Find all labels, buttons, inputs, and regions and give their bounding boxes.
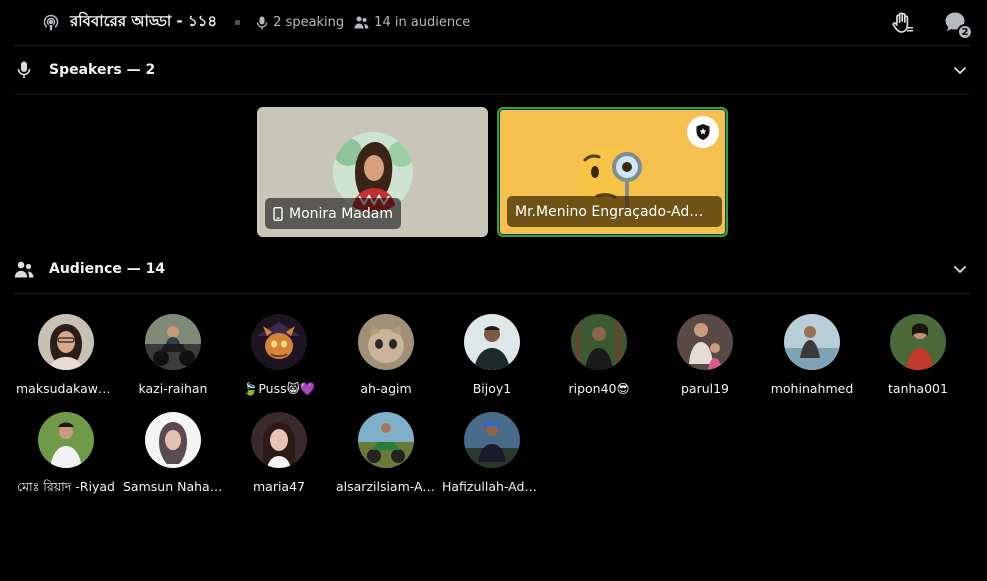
microphone-icon bbox=[14, 60, 34, 80]
audience-member[interactable]: tanha001 bbox=[864, 314, 972, 396]
audience-member-name: maksudakawsar bbox=[16, 381, 118, 396]
speaker-tile[interactable]: Monira Madam bbox=[257, 107, 488, 237]
audience-member-name: maria47 bbox=[252, 479, 305, 494]
audience-member-name: Samsun Nahar Sumi bbox=[123, 479, 227, 494]
avatar bbox=[677, 314, 733, 370]
people-icon bbox=[354, 16, 369, 29]
stage-channel-icon bbox=[42, 14, 60, 32]
mobile-phone-icon bbox=[273, 206, 283, 221]
audience-member-name: 🍃Puss😸💜 bbox=[242, 381, 316, 396]
moderator-shield-icon bbox=[687, 116, 719, 148]
audience-member[interactable]: Hafizullah-Admin bbox=[438, 412, 546, 494]
audience-member[interactable]: alsarzilsiam-Admin bbox=[332, 412, 440, 494]
avatar bbox=[571, 314, 627, 370]
audience-member-name: mohinahmed bbox=[770, 381, 854, 396]
audience-member[interactable]: maria47 bbox=[225, 412, 333, 494]
speaking-count: 2 speaking bbox=[256, 15, 344, 30]
audience-divider bbox=[14, 293, 970, 294]
audience-member-name: ripon40😎 bbox=[568, 381, 630, 396]
audience-member[interactable]: kazi-raihan bbox=[119, 314, 227, 396]
people-icon bbox=[14, 259, 34, 279]
audience-section-header[interactable]: Audience — 14 bbox=[14, 245, 970, 293]
audience-member-name: মোঃ রিয়াদ -Riyad bbox=[17, 479, 115, 494]
audience-count: 14 in audience bbox=[354, 15, 470, 30]
chevron-down-icon[interactable] bbox=[952, 261, 968, 277]
avatar bbox=[358, 314, 414, 370]
raise-hand-icon[interactable] bbox=[891, 11, 915, 35]
audience-member[interactable]: ripon40😎 bbox=[545, 314, 653, 396]
speakers-label: Speakers — 2 bbox=[49, 62, 156, 78]
speakers-section-header[interactable]: Speakers — 2 bbox=[14, 46, 970, 94]
audience-member[interactable]: parul19 bbox=[651, 314, 759, 396]
audience-label: Audience — 14 bbox=[49, 261, 166, 277]
speaker-name-pill: Mr.Menino Engraçado-Admin bbox=[507, 196, 722, 227]
avatar bbox=[145, 314, 201, 370]
stage-meta: 2 speaking 14 in audience bbox=[256, 15, 480, 30]
audience-member[interactable]: মোঃ রিয়াদ -Riyad bbox=[12, 412, 120, 499]
avatar bbox=[464, 412, 520, 468]
chevron-down-icon[interactable] bbox=[952, 62, 968, 78]
audience-member-name: Hafizullah-Admin bbox=[442, 479, 546, 494]
audience-member-name: kazi-raihan bbox=[138, 381, 208, 396]
avatar bbox=[251, 314, 307, 370]
speaker-name: Monira Madam bbox=[289, 205, 393, 222]
speakers-divider bbox=[14, 94, 970, 95]
audience-member-name: ah-agim bbox=[360, 381, 412, 396]
speaker-name-pill: Monira Madam bbox=[265, 198, 401, 229]
chat-bubble-icon[interactable]: 2 bbox=[943, 10, 973, 40]
audience-member[interactable]: Bijoy1 bbox=[438, 314, 546, 396]
audience-member[interactable]: 🍃Puss😸💜 bbox=[225, 314, 333, 397]
stage-header: রবিবারের আড্ডা - ১১৪ 2 speaking 14 in au… bbox=[0, 0, 987, 45]
chat-count-badge: 2 bbox=[957, 24, 973, 40]
avatar bbox=[358, 412, 414, 468]
avatar bbox=[251, 412, 307, 468]
stage-title: রবিবারের আড্ডা - ১১৪ bbox=[70, 12, 218, 30]
microphone-icon bbox=[256, 16, 268, 29]
audience-member-name: tanha001 bbox=[888, 381, 948, 396]
header-actions: 2 bbox=[891, 10, 973, 40]
avatar bbox=[38, 314, 94, 370]
avatar bbox=[890, 314, 946, 370]
audience-member[interactable]: mohinahmed bbox=[758, 314, 866, 396]
avatar bbox=[38, 412, 94, 468]
audience-member-name: parul19 bbox=[680, 381, 730, 396]
avatar bbox=[145, 412, 201, 468]
header-separator bbox=[235, 20, 241, 25]
audience-member[interactable]: maksudakawsar bbox=[12, 314, 120, 396]
avatar bbox=[784, 314, 840, 370]
audience-member-name: Bijoy1 bbox=[472, 381, 512, 396]
speaker-name: Mr.Menino Engraçado-Admin bbox=[515, 203, 714, 220]
audience-member[interactable]: ah-agim bbox=[332, 314, 440, 396]
audience-member-name: alsarzilsiam-Admin bbox=[336, 479, 440, 494]
avatar bbox=[464, 314, 520, 370]
audience-member[interactable]: Samsun Nahar Sumi bbox=[119, 412, 227, 494]
speaker-tile-speaking[interactable]: Mr.Menino Engraçado-Admin bbox=[497, 107, 728, 237]
